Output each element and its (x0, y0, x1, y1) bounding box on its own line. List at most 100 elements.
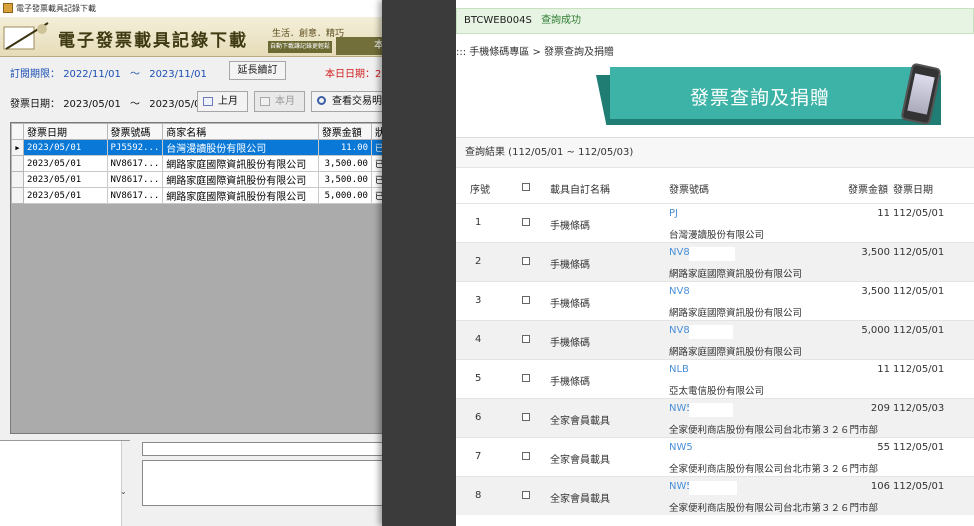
row-date: 112/05/01 (893, 481, 945, 492)
prev-month-label: 上月 (218, 96, 238, 107)
col-header-seller[interactable]: 商家名稱 (162, 123, 319, 140)
row-seq: 6 (475, 412, 482, 423)
detail-textarea[interactable] (142, 460, 387, 506)
row-date: 112/05/01 (893, 247, 945, 258)
success-alert: BTCWEB004S 查詢成功 (456, 8, 974, 34)
extend-subscription-button[interactable]: 延長續訂 (229, 61, 286, 80)
row-invoice-link[interactable]: NV8 (669, 286, 690, 297)
detail-input-top[interactable] (142, 442, 387, 456)
banner-subtext: 自動下載謙記錄更輕鬆 (268, 41, 332, 53)
row-checkbox[interactable] (522, 413, 530, 421)
window-titlebar[interactable]: 電子發票載具記錄下載 (0, 0, 390, 17)
desktop: 電子發票載具記錄下載 電子發票載具記錄下載 生活．創意．精巧 自動下載謙記錄更輕… (0, 0, 974, 526)
hero-banner: 發票查詢及捐贈 (596, 62, 942, 127)
col-seq: 序號 (470, 185, 490, 196)
search-icon (317, 96, 326, 105)
browser-window: BTCWEB004S 查詢成功 ::: 手機條碼專區 > 發票查詢及捐贈 發票查… (382, 0, 974, 526)
results-table-header: 序號 載具自訂名稱 發票號碼 發票金額 發票日期 (456, 173, 974, 203)
redaction-block (689, 325, 733, 339)
cell-amount: 3,500.00 (317, 155, 372, 172)
row-invoice-link[interactable]: NLB (669, 364, 689, 375)
row-checkbox[interactable] (522, 257, 530, 265)
row-carrier: 全家會員載具 (550, 494, 610, 505)
this-month-label: 本月 (275, 96, 295, 107)
banner-slogan: 生活．創意．精巧 (272, 29, 345, 39)
subscription-start: 2022/11/01 (63, 69, 121, 80)
table-row: 5 手機條碼 NLB 亞太電信股份有限公司 11 112/05/01 (456, 359, 974, 398)
table-row: 8 全家會員載具 NW5 全家便利商店股份有限公司台北市第３２６門市部 106 … (456, 476, 974, 515)
subscription-end: 2023/11/01 (149, 69, 207, 80)
page-title: 發票查詢及捐贈 (690, 87, 831, 109)
row-checkbox[interactable] (522, 218, 530, 226)
row-checkbox[interactable] (522, 491, 530, 499)
row-amount: 5,000 (861, 325, 890, 336)
invoice-date-range: 發票日期： 2023/05/01 ～ 2023/05/03 (10, 95, 207, 110)
row-seq: 4 (475, 334, 482, 345)
table-row[interactable]: ▶ 2023/05/01 PJ5592... 台灣漫讀股份有限公司 11.00 … (11, 139, 389, 156)
row-checkbox[interactable] (522, 335, 530, 343)
row-date: 112/05/03 (893, 403, 945, 414)
subscription-period: 訂閱期限： 2022/11/01 ～ 2023/11/01 (10, 65, 207, 80)
breadcrumb[interactable]: ::: 手機條碼專區 > 發票查詢及捐贈 (456, 43, 614, 58)
row-carrier: 手機條碼 (550, 221, 590, 232)
chevron-down-icon[interactable]: ⌄ (120, 487, 127, 496)
table-row[interactable]: 2023/05/01 NV8617... 網路家庭國際資訊股份有限公司 3,50… (11, 171, 389, 188)
row-seller: 網路家庭國際資訊股份有限公司 (669, 347, 803, 358)
grid-header-row: 發票日期 發票號碼 商家名稱 發票金額 狀 (11, 123, 389, 140)
col-header-amount[interactable]: 發票金額 (317, 123, 372, 140)
table-row[interactable]: 2023/05/01 NV8617... 網路家庭國際資訊股份有限公司 5,00… (11, 187, 389, 204)
col-header-number[interactable]: 發票號碼 (106, 123, 164, 140)
row-invoice-link[interactable]: NV8 (669, 247, 690, 258)
log-scrollbar[interactable] (121, 441, 130, 526)
col-date: 發票日期 (893, 185, 933, 196)
col-amount: 發票金額 (848, 185, 888, 196)
row-checkbox[interactable] (522, 374, 530, 382)
row-seller: 全家便利商店股份有限公司台北市第３２６門市部 (669, 425, 879, 436)
row-invoice-link[interactable]: PJ (669, 208, 678, 219)
row-invoice-link[interactable]: NW5 (669, 442, 693, 453)
row-checkbox[interactable] (522, 296, 530, 304)
row-carrier: 全家會員載具 (550, 416, 610, 427)
cell-seller: 網路家庭國際資訊股份有限公司 (162, 155, 319, 172)
invoice-grid[interactable]: 發票日期 發票號碼 商家名稱 發票金額 狀 ▶ 2023/05/01 PJ559… (10, 122, 390, 434)
prev-month-button[interactable]: 上月 (197, 91, 248, 112)
row-selector[interactable] (11, 187, 25, 204)
app-banner: 電子發票載具記錄下載 生活．創意．精巧 自動下載謙記錄更輕鬆 本 (0, 17, 390, 57)
row-amount: 11 (877, 364, 890, 375)
row-date: 112/05/01 (893, 364, 945, 375)
cell-number: PJ5592... (106, 139, 164, 156)
table-row[interactable]: 2023/05/01 NV8617... 網路家庭國際資訊股份有限公司 3,50… (11, 155, 389, 172)
cell-number: NV8617... (106, 155, 164, 172)
app-icon (3, 3, 13, 13)
row-date: 112/05/01 (893, 286, 945, 297)
row-seq: 7 (475, 451, 482, 462)
calendar-icon (260, 97, 270, 106)
invoice-date-start[interactable]: 2023/05/01 (63, 99, 121, 110)
this-month-button[interactable]: 本月 (254, 91, 305, 112)
row-seller: 台灣漫讀股份有限公司 (669, 230, 765, 241)
row-selector[interactable] (11, 155, 25, 172)
table-row: 2 手機條碼 NV8 網路家庭國際資訊股份有限公司 3,500 112/05/0… (456, 242, 974, 281)
cell-number: NV8617... (106, 171, 164, 188)
invoice-downloader-window: 電子發票載具記錄下載 電子發票載具記錄下載 生活．創意．精巧 自動下載謙記錄更輕… (0, 0, 390, 526)
log-textbox[interactable]: ⌄ (0, 440, 130, 526)
row-checkbox[interactable] (522, 452, 530, 460)
col-header-date[interactable]: 發票日期 (23, 123, 108, 140)
invoice-table: 發票日期 發票號碼 商家名稱 發票金額 狀 ▶ 2023/05/01 PJ559… (11, 123, 389, 204)
row-carrier: 手機條碼 (550, 377, 590, 388)
cell-seller: 網路家庭國際資訊股份有限公司 (162, 171, 319, 188)
row-selector[interactable] (11, 171, 25, 188)
row-carrier: 手機條碼 (550, 338, 590, 349)
view-transactions-button[interactable]: 查看交易明 (311, 91, 390, 112)
row-invoice-link[interactable]: NV8 (669, 325, 690, 336)
results-header: 查詢結果 (112/05/01 ~ 112/05/03) (456, 138, 974, 168)
row-carrier: 手機條碼 (550, 299, 590, 310)
row-pointer-icon: ▶ (11, 139, 25, 156)
row-amount: 11 (877, 208, 890, 219)
row-seller: 網路家庭國際資訊股份有限公司 (669, 308, 803, 319)
select-all-checkbox[interactable] (522, 183, 530, 191)
phone-screen (907, 73, 935, 115)
calendar-icon (203, 97, 213, 106)
col-invoice-no: 發票號碼 (669, 185, 709, 196)
row-seq: 3 (475, 295, 482, 306)
